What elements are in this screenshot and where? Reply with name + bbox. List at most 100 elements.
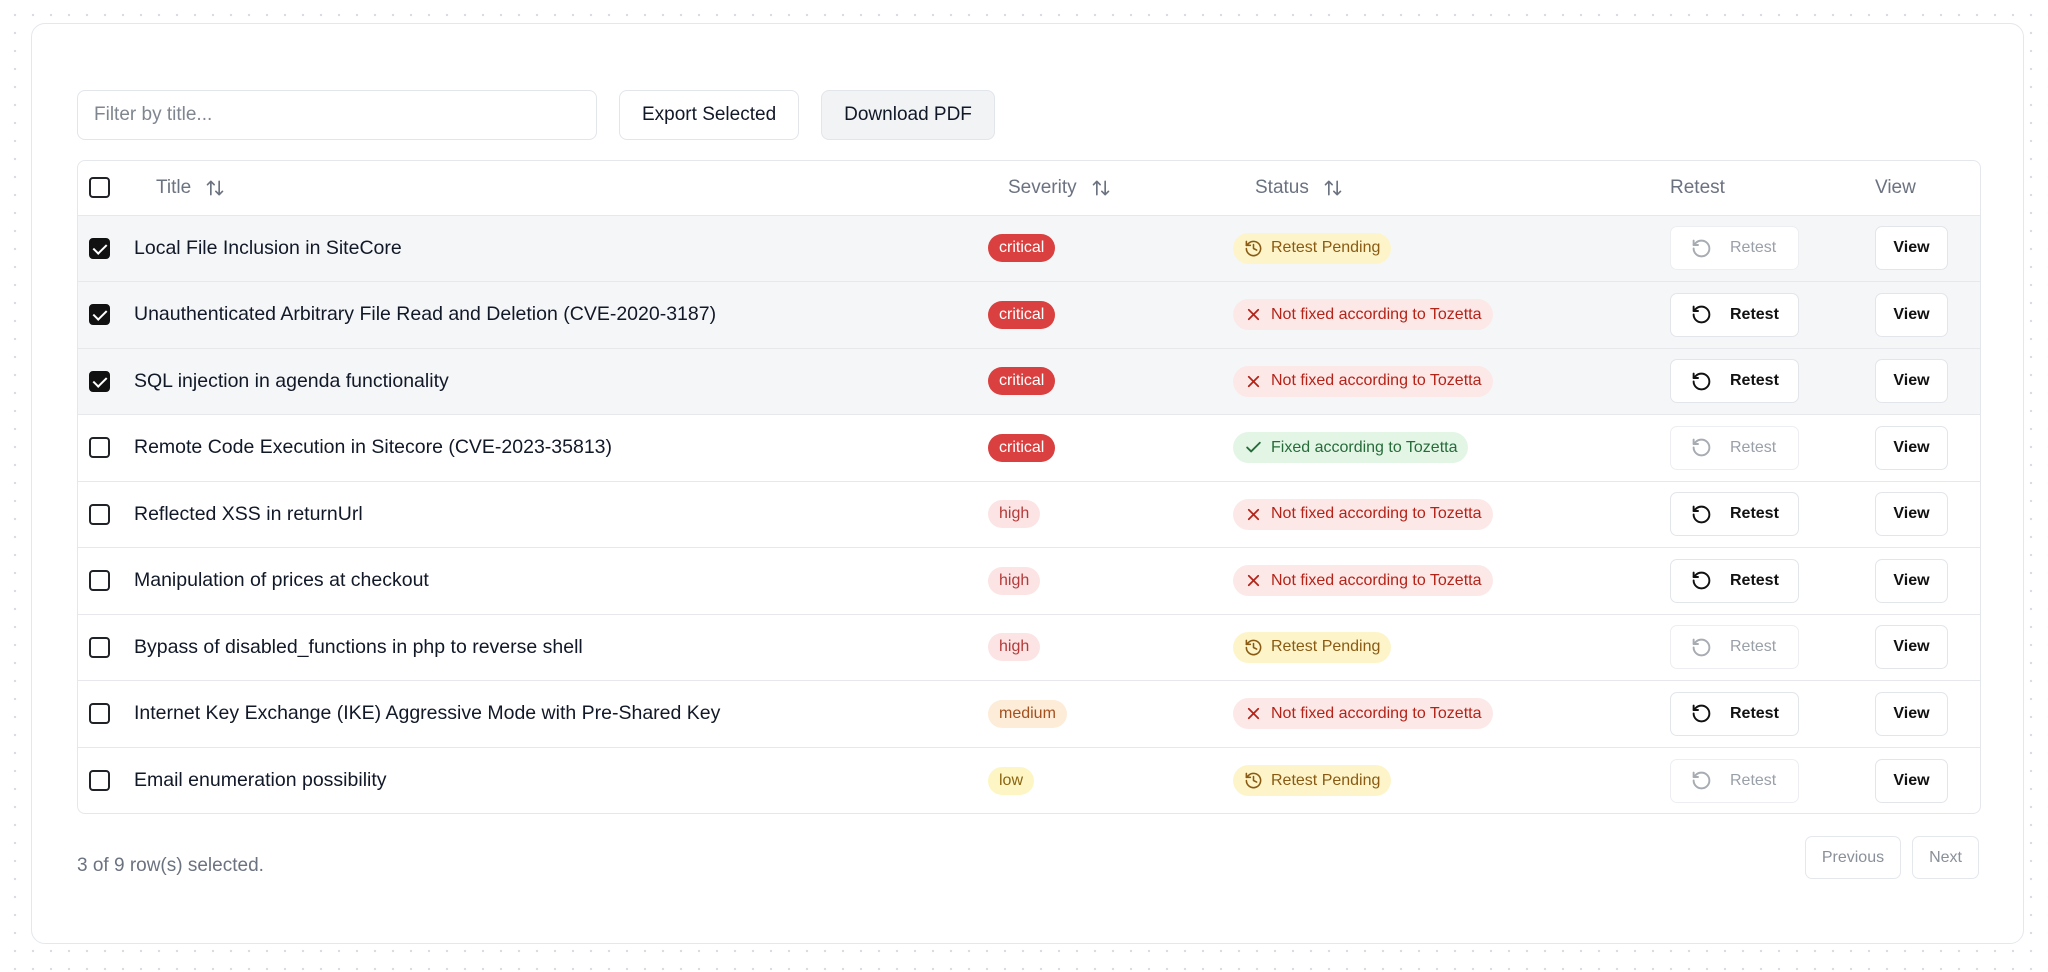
retest-button[interactable]: Retest [1670, 558, 1799, 603]
header-status: Status [1233, 161, 1656, 215]
download-pdf-button[interactable]: Download PDF [821, 90, 995, 140]
retest-cell: Retest [1656, 215, 1861, 282]
title-cell: Bypass of disabled_functions in php to r… [134, 614, 986, 681]
table-row[interactable]: SQL injection in agenda functionality cri… [78, 348, 1980, 415]
status-badge: Not fixed according to Tozetta [1233, 299, 1493, 331]
finding-title: SQL injection in agenda functionality [134, 369, 449, 392]
view-button[interactable]: View [1875, 758, 1948, 803]
status-label: Not fixed according to Tozetta [1271, 571, 1482, 589]
row-checkbox[interactable] [89, 370, 110, 392]
check-icon [1244, 438, 1263, 457]
header-select-cell [78, 161, 134, 215]
status-badge: Not fixed according to Tozetta [1233, 365, 1493, 397]
x-icon [1244, 704, 1263, 723]
status-label: Not fixed according to Tozetta [1271, 305, 1482, 323]
rotate-ccw-icon [1691, 238, 1712, 259]
finding-title: Reflected XSS in returnUrl [134, 502, 363, 525]
row-checkbox[interactable] [89, 437, 110, 459]
retest-label: Retest [1730, 704, 1779, 722]
sort-arrows-icon[interactable] [1091, 178, 1111, 198]
row-checkbox[interactable] [89, 503, 110, 525]
view-button[interactable]: View [1875, 492, 1948, 537]
toolbar: Export Selected Download PDF [77, 90, 995, 140]
previous-page-button[interactable]: Previous [1804, 836, 1902, 879]
rotate-ccw-icon [1691, 437, 1712, 458]
table-row[interactable]: Remote Code Execution in Sitecore (CVE-2… [78, 414, 1980, 482]
row-select-cell [78, 747, 134, 813]
status-label: Retest Pending [1271, 239, 1381, 257]
title-cell: SQL injection in agenda functionality [134, 348, 986, 415]
view-button[interactable]: View [1875, 292, 1948, 337]
retest-button[interactable]: Retest [1670, 625, 1799, 670]
x-icon [1244, 305, 1263, 324]
retest-button[interactable]: Retest [1670, 359, 1799, 404]
row-checkbox[interactable] [89, 769, 110, 791]
x-icon [1244, 372, 1263, 391]
row-checkbox[interactable] [89, 304, 110, 326]
filter-title-input[interactable] [77, 90, 597, 140]
x-icon [1244, 571, 1263, 590]
view-cell: View [1861, 348, 1980, 415]
view-button[interactable]: View [1875, 359, 1948, 404]
retest-label: Retest [1730, 571, 1779, 589]
retest-button[interactable]: Retest [1670, 226, 1799, 271]
retest-button[interactable]: Retest [1670, 758, 1799, 803]
view-cell: View [1861, 481, 1980, 548]
status-cell: Retest Pending [1233, 614, 1656, 681]
next-page-button[interactable]: Next [1912, 836, 1979, 879]
severity-cell: critical [986, 282, 1233, 349]
rotate-ccw-icon [1691, 371, 1712, 392]
rotate-ccw-icon [1691, 703, 1712, 724]
export-selected-button[interactable]: Export Selected [619, 90, 800, 140]
severity-badge: critical [988, 433, 1056, 462]
header-severity-label: Severity [1008, 176, 1077, 198]
status-badge: Retest Pending [1233, 232, 1392, 264]
sort-arrows-icon[interactable] [1323, 178, 1343, 198]
row-checkbox[interactable] [89, 636, 110, 658]
view-cell: View [1861, 548, 1980, 615]
view-cell: View [1861, 215, 1980, 282]
table-row[interactable]: Reflected XSS in returnUrl high Not fixed … [78, 481, 1980, 548]
retest-cell: Retest [1656, 614, 1861, 681]
table-row[interactable]: Unauthenticated Arbitrary File Read and … [78, 281, 1980, 349]
view-button[interactable]: View [1875, 691, 1948, 736]
severity-badge: critical [988, 234, 1056, 263]
title-cell: Internet Key Exchange (IKE) Aggressive M… [134, 681, 986, 748]
row-checkbox[interactable] [89, 703, 110, 725]
row-select-cell [78, 282, 134, 349]
table-row[interactable]: Internet Key Exchange (IKE) Aggressive M… [78, 680, 1980, 748]
status-cell: Retest Pending [1233, 747, 1656, 813]
table-row[interactable]: Email enumeration possibility low Retest P… [78, 747, 1980, 813]
retest-button[interactable]: Retest [1670, 492, 1799, 537]
retest-button[interactable]: Retest [1670, 691, 1799, 736]
severity-cell: critical [986, 348, 1233, 415]
status-badge: Not fixed according to Tozetta [1233, 565, 1493, 597]
rotate-ccw-icon [1691, 770, 1712, 791]
findings-table: Title Severity Status Retest View Local … [77, 160, 1981, 814]
history-icon [1244, 638, 1263, 657]
view-button[interactable]: View [1875, 558, 1948, 603]
header-title: Title [134, 161, 986, 215]
retest-label: Retest [1730, 305, 1779, 323]
view-button[interactable]: View [1875, 425, 1948, 470]
finding-title: Local File Inclusion in SiteCore [134, 236, 402, 259]
sort-arrows-icon[interactable] [205, 178, 225, 198]
status-label: Not fixed according to Tozetta [1271, 505, 1482, 523]
retest-button[interactable]: Retest [1670, 292, 1799, 337]
status-label: Fixed according to Tozetta [1271, 438, 1458, 456]
retest-label: Retest [1730, 771, 1777, 789]
row-checkbox[interactable] [89, 237, 110, 259]
table-row[interactable]: Bypass of disabled_functions in php to r… [78, 614, 1980, 681]
view-button[interactable]: View [1875, 226, 1948, 271]
retest-button[interactable]: Retest [1670, 425, 1799, 470]
retest-cell: Retest [1656, 282, 1861, 349]
view-button[interactable]: View [1875, 625, 1948, 670]
select-all-checkbox[interactable] [89, 177, 110, 199]
row-select-cell [78, 415, 134, 482]
status-cell: Retest Pending [1233, 215, 1656, 282]
row-checkbox[interactable] [89, 570, 110, 592]
row-select-cell [78, 215, 134, 282]
table-row[interactable]: Manipulation of prices at checkout high No… [78, 547, 1980, 615]
table-row[interactable]: Local File Inclusion in SiteCore critical… [78, 215, 1980, 282]
severity-cell: high [986, 614, 1233, 681]
